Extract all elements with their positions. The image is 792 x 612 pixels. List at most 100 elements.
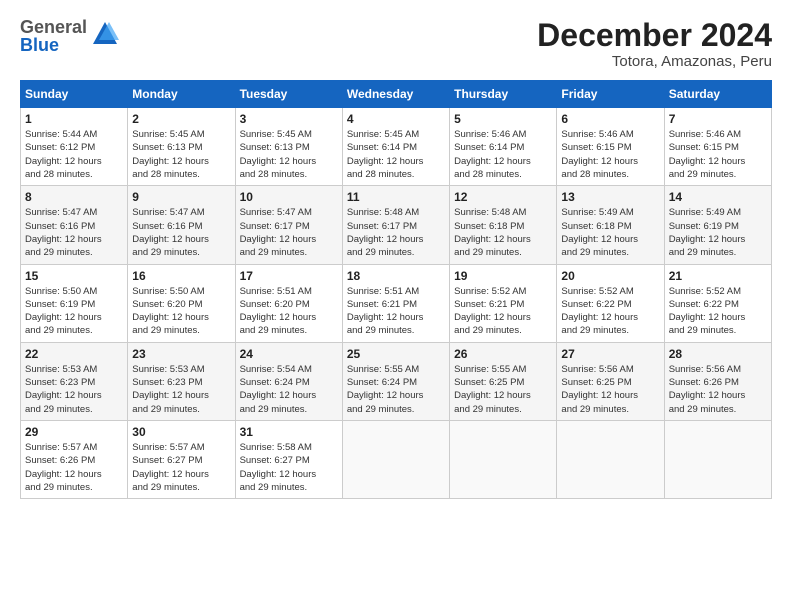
day-number: 23 [132,347,230,361]
day-number: 28 [669,347,767,361]
col-thursday: Thursday [450,81,557,108]
day-info: Sunrise: 5:52 AMSunset: 6:22 PMDaylight:… [561,285,659,338]
day-number: 8 [25,190,123,204]
calendar-week-row: 22 Sunrise: 5:53 AMSunset: 6:23 PMDayligh… [21,342,772,420]
table-row: 21Sunrise: 5:52 AMSunset: 6:22 PMDayligh… [664,264,771,342]
day-number: 10 [240,190,338,204]
day-number: 9 [132,190,230,204]
day-info: Sunrise: 5:56 AMSunset: 6:26 PMDaylight:… [669,363,767,416]
day-number: 30 [132,425,230,439]
table-row: 12 Sunrise: 5:48 AMSunset: 6:18 PMDayligh… [450,186,557,264]
day-info: Sunrise: 5:57 AMSunset: 6:27 PMDaylight:… [132,441,230,494]
day-info: Sunrise: 5:47 AMSunset: 6:16 PMDaylight:… [25,206,123,259]
col-saturday: Saturday [664,81,771,108]
day-number: 2 [132,112,230,126]
day-info: Sunrise: 5:53 AMSunset: 6:23 PMDaylight:… [25,363,123,416]
table-row: 18Sunrise: 5:51 AMSunset: 6:21 PMDayligh… [342,264,449,342]
page: General Blue December 2024 Totora, Amazo… [0,0,792,612]
day-info: Sunrise: 5:48 AMSunset: 6:18 PMDaylight:… [454,206,552,259]
table-row: 31Sunrise: 5:58 AMSunset: 6:27 PMDayligh… [235,420,342,498]
day-info: Sunrise: 5:52 AMSunset: 6:21 PMDaylight:… [454,285,552,338]
day-info: Sunrise: 5:56 AMSunset: 6:25 PMDaylight:… [561,363,659,416]
day-info: Sunrise: 5:47 AMSunset: 6:17 PMDaylight:… [240,206,338,259]
day-info: Sunrise: 5:57 AMSunset: 6:26 PMDaylight:… [25,441,123,494]
day-info: Sunrise: 5:55 AMSunset: 6:24 PMDaylight:… [347,363,445,416]
day-info: Sunrise: 5:45 AMSunset: 6:14 PMDaylight:… [347,128,445,181]
day-number: 6 [561,112,659,126]
table-row: 1Sunrise: 5:44 AMSunset: 6:12 PMDaylight… [21,108,128,186]
col-monday: Monday [128,81,235,108]
logo-icon [91,20,119,53]
table-row [664,420,771,498]
table-row [557,420,664,498]
table-row: 8 Sunrise: 5:47 AMSunset: 6:16 PMDaylight… [21,186,128,264]
day-number: 26 [454,347,552,361]
table-row: 14 Sunrise: 5:49 AMSunset: 6:19 PMDayligh… [664,186,771,264]
col-wednesday: Wednesday [342,81,449,108]
table-row: 2 Sunrise: 5:45 AMSunset: 6:13 PMDaylight… [128,108,235,186]
table-row: 25Sunrise: 5:55 AMSunset: 6:24 PMDayligh… [342,342,449,420]
table-row: 9 Sunrise: 5:47 AMSunset: 6:16 PMDaylight… [128,186,235,264]
table-row: 23 Sunrise: 5:53 AMSunset: 6:23 PMDayligh… [128,342,235,420]
day-info: Sunrise: 5:55 AMSunset: 6:25 PMDaylight:… [454,363,552,416]
calendar-week-row: 15 Sunrise: 5:50 AMSunset: 6:19 PMDayligh… [21,264,772,342]
col-sunday: Sunday [21,81,128,108]
day-info: Sunrise: 5:47 AMSunset: 6:16 PMDaylight:… [132,206,230,259]
day-info: Sunrise: 5:51 AMSunset: 6:20 PMDaylight:… [240,285,338,338]
day-number: 16 [132,269,230,283]
table-row [342,420,449,498]
day-number: 13 [561,190,659,204]
day-info: Sunrise: 5:45 AMSunset: 6:13 PMDaylight:… [240,128,338,181]
col-friday: Friday [557,81,664,108]
table-row: 5Sunrise: 5:46 AMSunset: 6:14 PMDaylight… [450,108,557,186]
table-row: 17 Sunrise: 5:51 AMSunset: 6:20 PMDayligh… [235,264,342,342]
table-row: 29 Sunrise: 5:57 AMSunset: 6:26 PMDayligh… [21,420,128,498]
title-block: December 2024 Totora, Amazonas, Peru [537,18,772,70]
day-number: 29 [25,425,123,439]
calendar-title: December 2024 [537,18,772,53]
day-number: 14 [669,190,767,204]
table-row: 28 Sunrise: 5:56 AMSunset: 6:26 PMDayligh… [664,342,771,420]
logo-blue-text: Blue [20,36,87,54]
calendar-week-row: 1Sunrise: 5:44 AMSunset: 6:12 PMDaylight… [21,108,772,186]
day-number: 15 [25,269,123,283]
table-row: 6 Sunrise: 5:46 AMSunset: 6:15 PMDaylight… [557,108,664,186]
day-info: Sunrise: 5:49 AMSunset: 6:19 PMDaylight:… [669,206,767,259]
table-row: 7 Sunrise: 5:46 AMSunset: 6:15 PMDaylight… [664,108,771,186]
col-tuesday: Tuesday [235,81,342,108]
table-row: 15 Sunrise: 5:50 AMSunset: 6:19 PMDayligh… [21,264,128,342]
day-info: Sunrise: 5:53 AMSunset: 6:23 PMDaylight:… [132,363,230,416]
day-number: 11 [347,190,445,204]
logo-general-text: General [20,18,87,36]
header: General Blue December 2024 Totora, Amazo… [20,18,772,70]
day-number: 3 [240,112,338,126]
day-number: 18 [347,269,445,283]
day-info: Sunrise: 5:50 AMSunset: 6:19 PMDaylight:… [25,285,123,338]
day-number: 17 [240,269,338,283]
day-info: Sunrise: 5:46 AMSunset: 6:15 PMDaylight:… [669,128,767,181]
day-info: Sunrise: 5:52 AMSunset: 6:22 PMDaylight:… [669,285,767,338]
calendar-table: Sunday Monday Tuesday Wednesday Thursday… [20,80,772,499]
day-number: 31 [240,425,338,439]
day-info: Sunrise: 5:49 AMSunset: 6:18 PMDaylight:… [561,206,659,259]
table-row: 27 Sunrise: 5:56 AMSunset: 6:25 PMDayligh… [557,342,664,420]
table-row: 4Sunrise: 5:45 AMSunset: 6:14 PMDaylight… [342,108,449,186]
day-info: Sunrise: 5:46 AMSunset: 6:14 PMDaylight:… [454,128,552,181]
logo: General Blue [20,18,119,54]
day-number: 22 [25,347,123,361]
table-row: 11 Sunrise: 5:48 AMSunset: 6:17 PMDayligh… [342,186,449,264]
day-number: 12 [454,190,552,204]
day-number: 19 [454,269,552,283]
day-number: 27 [561,347,659,361]
table-row: 13 Sunrise: 5:49 AMSunset: 6:18 PMDayligh… [557,186,664,264]
table-row: 26 Sunrise: 5:55 AMSunset: 6:25 PMDayligh… [450,342,557,420]
table-row: 20Sunrise: 5:52 AMSunset: 6:22 PMDayligh… [557,264,664,342]
day-info: Sunrise: 5:46 AMSunset: 6:15 PMDaylight:… [561,128,659,181]
table-row: 16Sunrise: 5:50 AMSunset: 6:20 PMDayligh… [128,264,235,342]
day-number: 7 [669,112,767,126]
table-row: 30 Sunrise: 5:57 AMSunset: 6:27 PMDayligh… [128,420,235,498]
day-info: Sunrise: 5:54 AMSunset: 6:24 PMDaylight:… [240,363,338,416]
day-info: Sunrise: 5:44 AMSunset: 6:12 PMDaylight:… [25,128,123,181]
day-info: Sunrise: 5:48 AMSunset: 6:17 PMDaylight:… [347,206,445,259]
day-info: Sunrise: 5:45 AMSunset: 6:13 PMDaylight:… [132,128,230,181]
